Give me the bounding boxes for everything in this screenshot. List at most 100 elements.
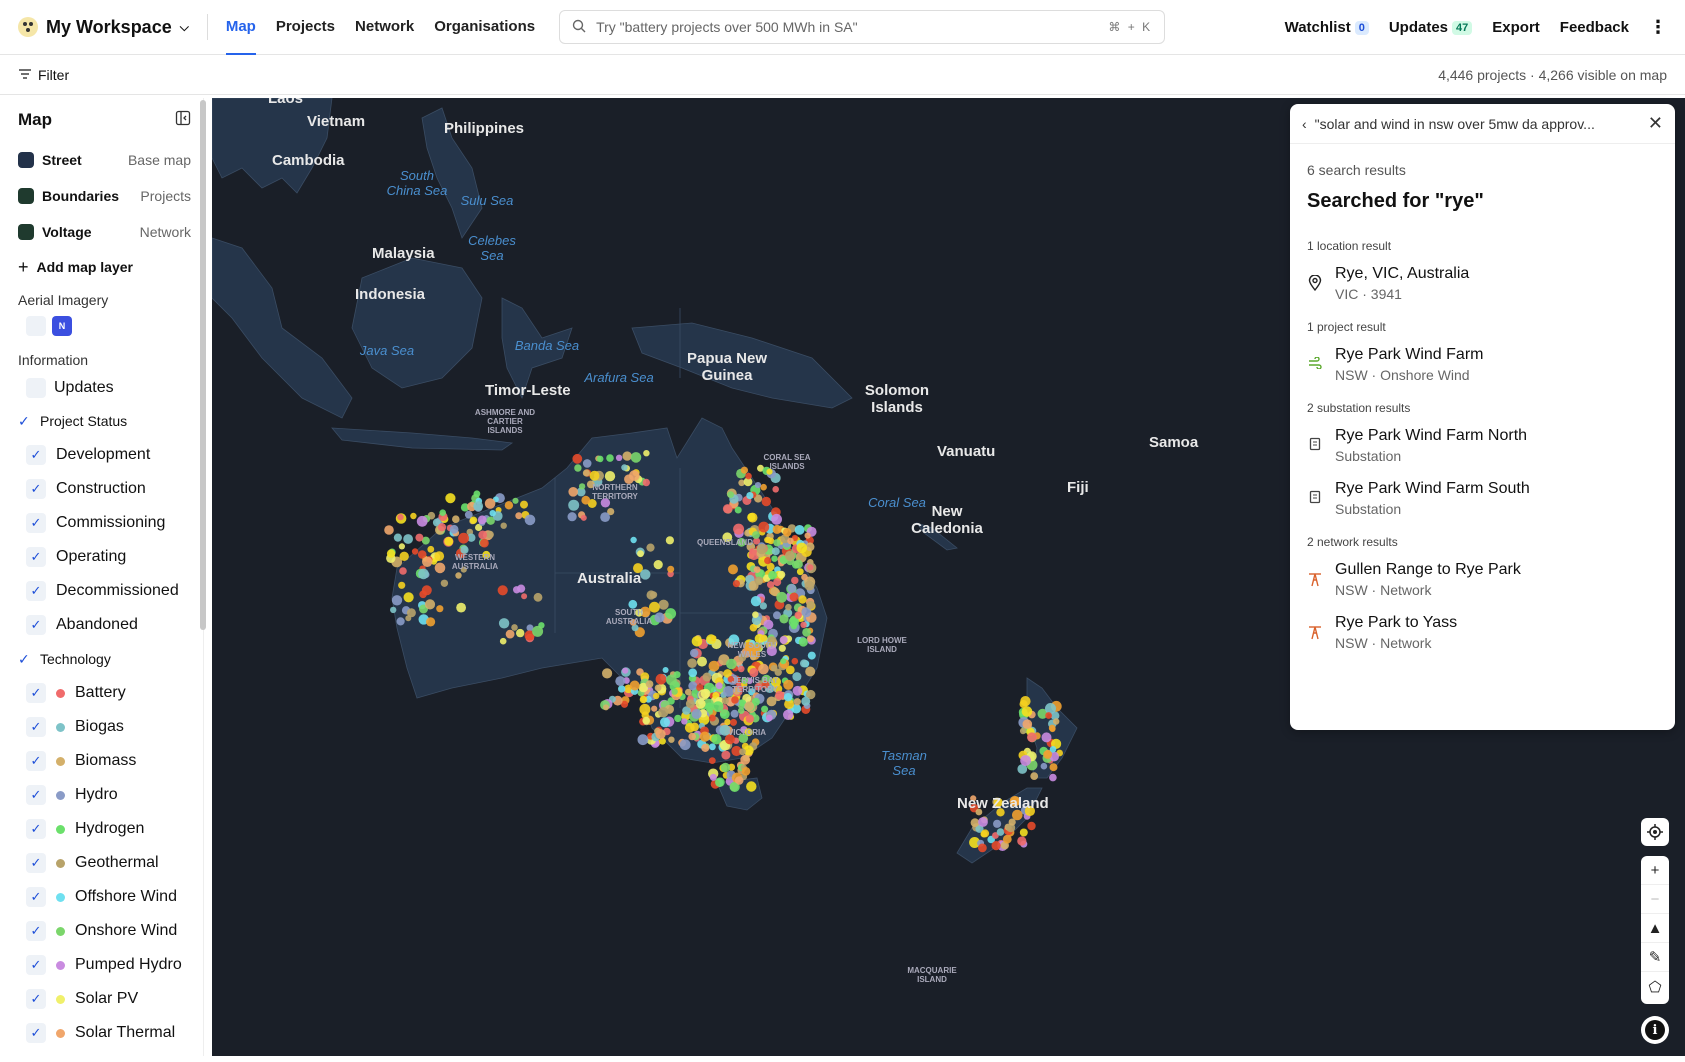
project-marker[interactable] [606, 454, 614, 462]
project-marker[interactable] [783, 709, 794, 720]
project-marker[interactable] [794, 525, 805, 535]
project-marker[interactable] [477, 515, 487, 525]
project-marker[interactable] [773, 539, 781, 547]
technology-item[interactable]: ✓ Solar PV [6, 982, 203, 1016]
project-marker[interactable] [480, 538, 489, 548]
project-marker[interactable] [728, 564, 738, 575]
checkbox-checked[interactable]: ✓ [26, 751, 46, 771]
project-marker[interactable] [1048, 724, 1056, 732]
project-marker[interactable] [1045, 703, 1056, 714]
workspace-switcher[interactable]: My Workspace ⌵ [18, 14, 208, 40]
project-marker[interactable] [721, 697, 729, 705]
back-chevron-icon[interactable]: ‹ [1302, 116, 1307, 132]
aerial-imagery-toggle[interactable] [26, 316, 46, 336]
project-marker[interactable] [746, 492, 754, 500]
project-marker[interactable] [615, 454, 623, 461]
project-marker[interactable] [745, 472, 752, 480]
project-marker[interactable] [516, 628, 525, 638]
project-marker[interactable] [1027, 732, 1037, 743]
project-marker[interactable] [699, 731, 710, 742]
project-marker[interactable] [761, 496, 771, 507]
project-marker[interactable] [684, 722, 695, 733]
technology-item[interactable]: ✓ Onshore Wind [6, 914, 203, 948]
project-marker[interactable] [777, 570, 786, 579]
checkbox-checked[interactable]: ✓ [26, 785, 46, 805]
project-marker[interactable] [532, 625, 544, 637]
project-marker[interactable] [589, 470, 600, 481]
project-marker[interactable] [800, 659, 808, 668]
project-marker[interactable] [801, 696, 811, 706]
project-marker[interactable] [568, 487, 578, 497]
info-icon[interactable]: i [1641, 1016, 1669, 1044]
project-marker[interactable] [688, 681, 698, 691]
project-marker[interactable] [399, 551, 409, 561]
project-marker[interactable] [776, 591, 788, 603]
zoom-in-icon[interactable]: + [1641, 856, 1669, 885]
project-marker[interactable] [804, 580, 815, 591]
checkbox-checked[interactable]: ✓ [26, 479, 46, 499]
project-marker[interactable] [679, 739, 691, 751]
project-marker[interactable] [436, 605, 444, 613]
status-item[interactable]: ✓ Construction [6, 472, 203, 506]
project-marker[interactable] [1040, 762, 1048, 770]
project-marker[interactable] [784, 550, 795, 561]
map-layer-street[interactable]: Street Base map [6, 142, 203, 178]
checkbox-checked[interactable]: ✓ [26, 1023, 46, 1043]
project-marker[interactable] [1022, 719, 1033, 729]
project-marker[interactable] [440, 579, 449, 587]
project-marker[interactable] [782, 528, 792, 537]
project-marker[interactable] [765, 714, 773, 722]
project-marker[interactable] [666, 674, 677, 686]
result-item[interactable]: Rye Park to Yass NSW · Network [1290, 606, 1675, 659]
project-marker[interactable] [665, 536, 674, 545]
project-marker[interactable] [993, 819, 1002, 828]
project-marker[interactable] [452, 515, 460, 523]
map-layer-boundaries[interactable]: Boundaries Projects [6, 178, 203, 214]
project-marker[interactable] [580, 514, 587, 521]
project-marker[interactable] [773, 578, 782, 587]
project-marker[interactable] [398, 543, 405, 550]
project-marker[interactable] [568, 499, 580, 511]
project-marker[interactable] [1002, 834, 1012, 844]
technology-item[interactable]: ✓ Offshore Wind [6, 880, 203, 914]
project-marker[interactable] [745, 714, 754, 723]
zoom-out-icon[interactable]: − [1641, 885, 1669, 914]
project-marker[interactable] [737, 707, 745, 714]
nav-network[interactable]: Network [355, 0, 414, 55]
project-marker[interactable] [403, 534, 413, 544]
status-item[interactable]: ✓ Development [6, 438, 203, 472]
project-marker[interactable] [764, 557, 772, 565]
project-marker[interactable] [489, 510, 496, 517]
project-marker[interactable] [469, 516, 478, 524]
technology-item[interactable]: ✓ Hydro [6, 778, 203, 812]
result-item[interactable]: Gullen Range to Rye Park NSW · Network [1290, 553, 1675, 606]
result-item[interactable]: Rye Park Wind Farm South Substation [1290, 472, 1675, 525]
filter-button[interactable]: Filter [18, 67, 69, 83]
project-marker[interactable] [726, 658, 737, 670]
project-marker[interactable] [746, 781, 757, 792]
project-marker[interactable] [1049, 773, 1057, 782]
project-marker[interactable] [473, 490, 481, 498]
project-marker[interactable] [630, 536, 637, 544]
project-marker[interactable] [708, 757, 716, 764]
project-marker[interactable] [512, 497, 519, 504]
project-marker[interactable] [629, 680, 640, 691]
project-marker[interactable] [737, 665, 745, 673]
project-marker[interactable] [498, 618, 510, 629]
project-marker[interactable] [662, 667, 669, 673]
project-marker[interactable] [978, 817, 988, 827]
technology-item[interactable]: ✓ Biomass [6, 744, 203, 778]
project-marker[interactable] [668, 736, 675, 743]
project-marker[interactable] [437, 523, 447, 532]
project-marker[interactable] [513, 586, 521, 594]
project-marker[interactable] [602, 668, 613, 679]
project-marker[interactable] [653, 692, 660, 700]
project-marker[interactable] [791, 576, 799, 585]
project-marker[interactable] [497, 585, 508, 596]
project-marker[interactable] [807, 651, 816, 660]
project-marker[interactable] [643, 450, 650, 457]
project-marker[interactable] [752, 611, 759, 618]
project-marker[interactable] [582, 469, 590, 477]
project-marker[interactable] [603, 704, 609, 711]
project-marker[interactable] [759, 602, 768, 610]
